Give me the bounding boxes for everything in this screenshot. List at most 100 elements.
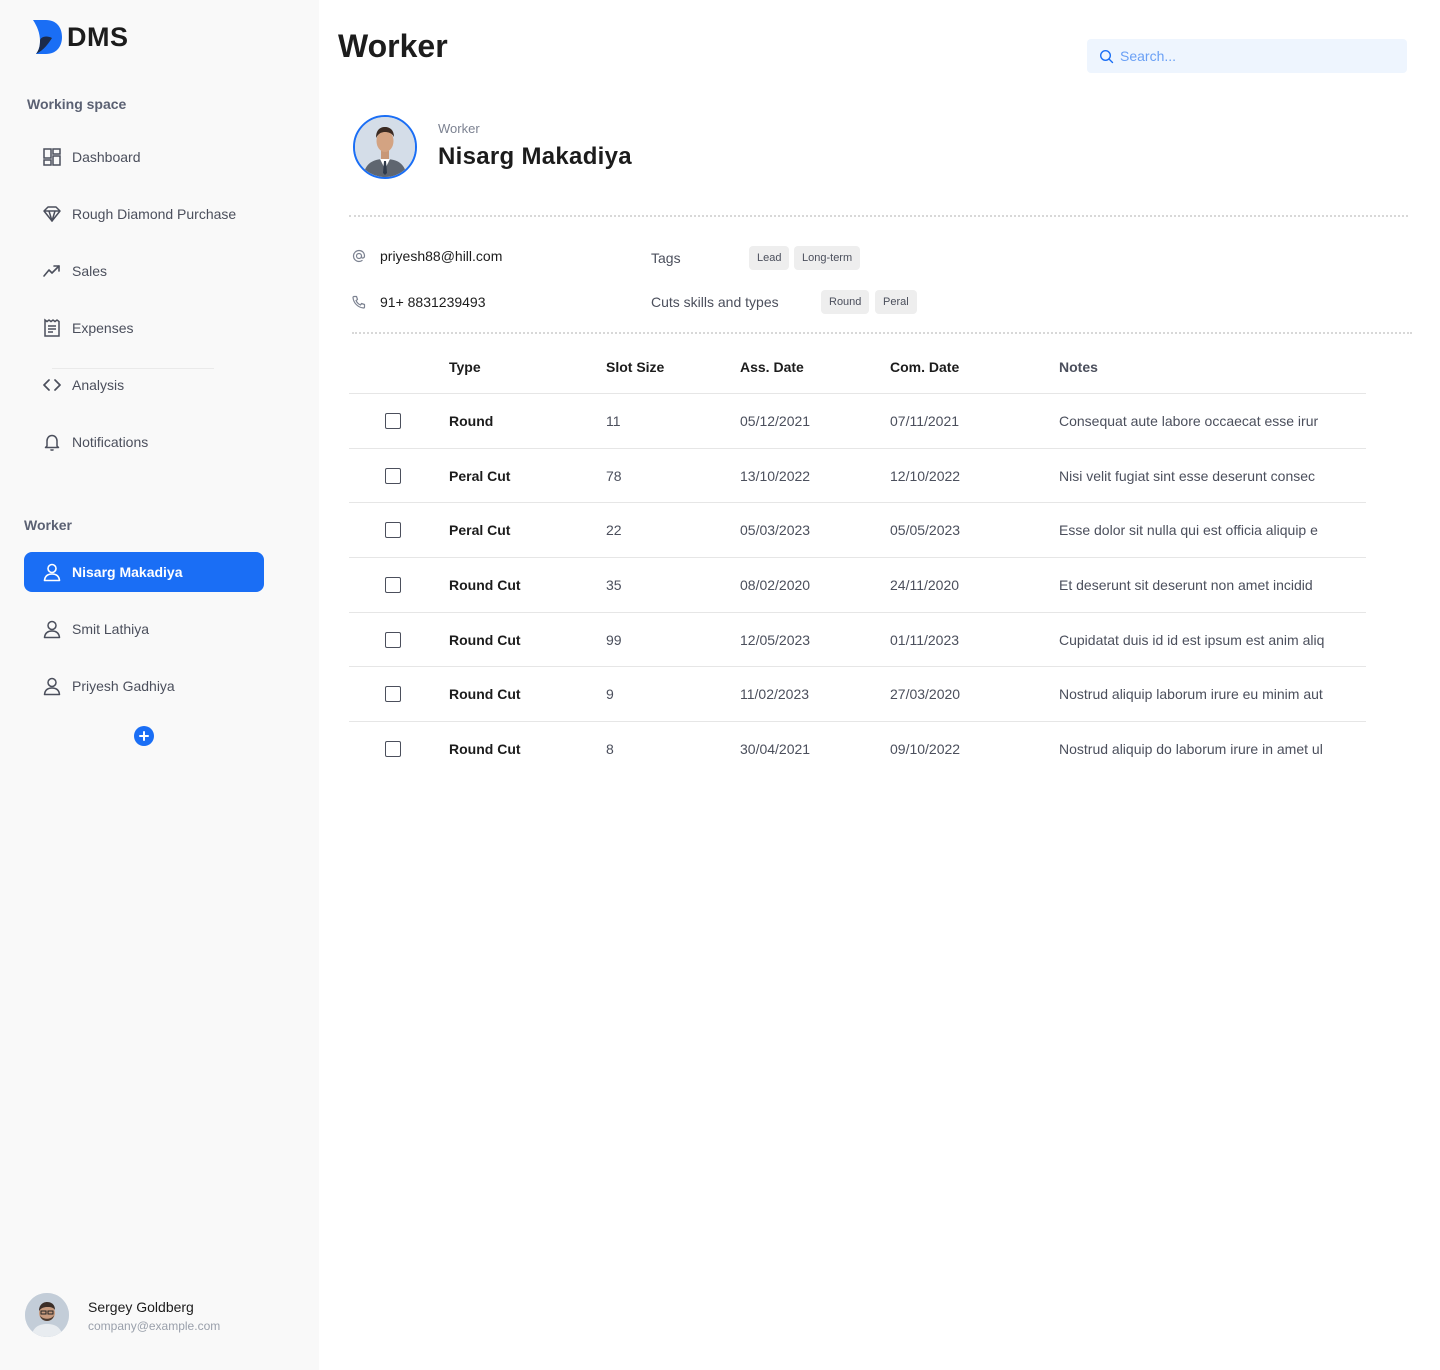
- column-header-notes[interactable]: Notes: [1059, 359, 1098, 375]
- cell-notes: Nisi velit fugiat sint esse deserunt con…: [1059, 467, 1316, 484]
- table-row[interactable]: Peral Cut 22 05/03/2023 05/05/2023 Esse dolo…: [349, 503, 1366, 559]
- page-title: Worker: [338, 28, 448, 64]
- cell-com-date: 24/11/2020: [890, 577, 960, 594]
- cell-ass-date: 05/12/2021: [740, 413, 811, 429]
- divider: [352, 332, 1412, 334]
- row-checkbox[interactable]: [385, 467, 401, 484]
- divider: [349, 215, 1408, 217]
- logo-icon: [33, 20, 62, 54]
- cell-type: Round Cut: [449, 741, 521, 758]
- cell-ass-date: 13/10/2022: [740, 467, 811, 484]
- current-user[interactable]: Sergey Goldberg company@example.com: [25, 1293, 220, 1337]
- sidebar-item-dashboard[interactable]: Dashboard: [24, 137, 264, 177]
- sidebar-item-notifications[interactable]: Notifications: [24, 422, 264, 462]
- tag-lead[interactable]: Lead: [749, 246, 790, 270]
- diamond-icon: [40, 202, 64, 226]
- sidebar-worker-label: Priyesh Gadhiya: [72, 678, 175, 694]
- sidebar-item-label: Expenses: [72, 320, 134, 336]
- row-checkbox[interactable]: [385, 413, 401, 429]
- cell-notes: Nostrud aliquip laborum irure eu minim a…: [1059, 686, 1323, 703]
- row-checkbox[interactable]: [385, 686, 401, 703]
- cell-slot-size: 22: [606, 522, 622, 539]
- user-name: Sergey Goldberg: [88, 1298, 194, 1315]
- cell-ass-date: 11/02/2023: [740, 686, 810, 703]
- trending-up-icon: [40, 259, 64, 283]
- tags-label: Tags: [651, 250, 681, 266]
- profile-avatar: [353, 115, 417, 179]
- user-icon: [40, 560, 64, 584]
- user-email: company@example.com: [88, 1318, 221, 1333]
- sidebar-item-label: Rough Diamond Purchase: [72, 206, 237, 222]
- contact-phone[interactable]: 91+ 8831239493: [352, 294, 486, 310]
- worker-section-title: Worker: [24, 517, 72, 533]
- sidebar-item-sales[interactable]: Sales: [24, 251, 264, 291]
- row-checkbox[interactable]: [385, 522, 401, 539]
- skill-round[interactable]: Round: [821, 290, 870, 314]
- user-icon: [40, 617, 64, 641]
- column-header-ass-date[interactable]: Ass. Date: [740, 359, 804, 375]
- sidebar-worker-nisarg-makadiya[interactable]: Nisarg Makadiya: [24, 552, 264, 592]
- cell-com-date: 01/11/2023: [890, 631, 960, 648]
- code-icon: [40, 373, 64, 397]
- profile-role: Worker: [438, 121, 480, 136]
- working-space-title: Working space: [27, 96, 127, 112]
- logo[interactable]: DMS: [32, 19, 129, 55]
- bell-icon: [40, 430, 64, 454]
- sidebar-item-label: Sales: [72, 263, 108, 279]
- cell-notes: Cupidatat duis id id est ipsum est anim …: [1059, 631, 1325, 648]
- logo-text: DMS: [67, 21, 129, 52]
- cell-slot-size: 9: [606, 686, 614, 703]
- sidebar-item-label: Notifications: [72, 434, 149, 450]
- column-header-com-date[interactable]: Com. Date: [890, 359, 959, 375]
- table-row[interactable]: Round Cut 8 30/04/2021 09/10/2022 Nostrud al…: [349, 722, 1366, 777]
- sidebar-item-rough-diamond-purchase[interactable]: Rough Diamond Purchase: [24, 194, 264, 234]
- table-row[interactable]: Round Cut 35 08/02/2020 24/11/2020 Et deseru…: [349, 558, 1366, 613]
- cell-type: Round Cut: [449, 686, 521, 703]
- sidebar-item-expenses[interactable]: Expenses: [24, 308, 264, 348]
- row-checkbox[interactable]: [385, 577, 401, 594]
- sidebar-item-label: Dashboard: [72, 149, 141, 165]
- column-header-type[interactable]: Type: [449, 359, 481, 375]
- column-header-slot-size[interactable]: Slot Size: [606, 359, 664, 375]
- sidebar: DMS Working space Dashboard Rough Diamon…: [0, 0, 319, 1370]
- plus-icon: [139, 731, 149, 741]
- tag-long-term[interactable]: Long-term: [794, 246, 861, 270]
- sidebar-item-analysis[interactable]: Analysis: [24, 365, 264, 405]
- table-row[interactable]: Round Cut 99 12/05/2023 01/11/2023 Cupidatat…: [349, 613, 1366, 668]
- contact-email[interactable]: priyesh88@hill.com: [352, 248, 502, 264]
- cell-slot-size: 99: [606, 631, 622, 648]
- table-row[interactable]: Peral Cut 78 13/10/2022 12/10/2022 Nisi veli…: [349, 449, 1366, 504]
- skill-peral[interactable]: Peral: [875, 290, 917, 314]
- sidebar-item-label: Analysis: [72, 377, 125, 393]
- cell-type: Peral Cut: [449, 522, 511, 539]
- at-icon: [352, 249, 370, 263]
- table-row[interactable]: Round Cut 9 11/02/2023 27/03/2020 Nostrud al…: [349, 667, 1366, 723]
- avatar: [25, 1293, 69, 1337]
- dashboard-icon: [40, 145, 64, 169]
- cell-ass-date: 12/05/2023: [740, 631, 811, 648]
- cell-type: Peral Cut: [449, 467, 511, 484]
- table-row[interactable]: Round 11 05/12/2021 07/11/2021 Consequat aut…: [349, 394, 1366, 449]
- cell-ass-date: 30/04/2021: [740, 741, 811, 758]
- skills-label: Cuts skills and types: [651, 294, 779, 310]
- cell-ass-date: 05/03/2023: [740, 522, 811, 539]
- worker-cuts-table: Type Slot Size Ass. Date Com. Date Notes…: [349, 340, 1366, 777]
- cell-notes: Esse dolor sit nulla qui est officia ali…: [1059, 522, 1318, 539]
- row-checkbox[interactable]: [385, 741, 401, 758]
- cell-slot-size: 35: [606, 577, 622, 594]
- sidebar-worker-smit-lathiya[interactable]: Smit Lathiya: [24, 609, 264, 649]
- sidebar-worker-priyesh-gadhiya[interactable]: Priyesh Gadhiya: [24, 666, 264, 706]
- email-text: priyesh88@hill.com: [380, 248, 503, 264]
- row-checkbox[interactable]: [385, 631, 401, 648]
- search-box[interactable]: [1087, 39, 1407, 73]
- cell-slot-size: 8: [606, 741, 614, 758]
- phone-icon: [352, 295, 370, 309]
- cell-com-date: 07/11/2021: [890, 413, 960, 429]
- cell-slot-size: 78: [606, 467, 622, 484]
- cell-type: Round: [449, 413, 494, 429]
- add-worker-button[interactable]: [134, 726, 154, 746]
- search-input[interactable]: [1120, 48, 1390, 64]
- table-header: Type Slot Size Ass. Date Com. Date Notes: [349, 340, 1366, 394]
- cell-type: Round Cut: [449, 631, 521, 648]
- sidebar-worker-label: Smit Lathiya: [72, 621, 150, 637]
